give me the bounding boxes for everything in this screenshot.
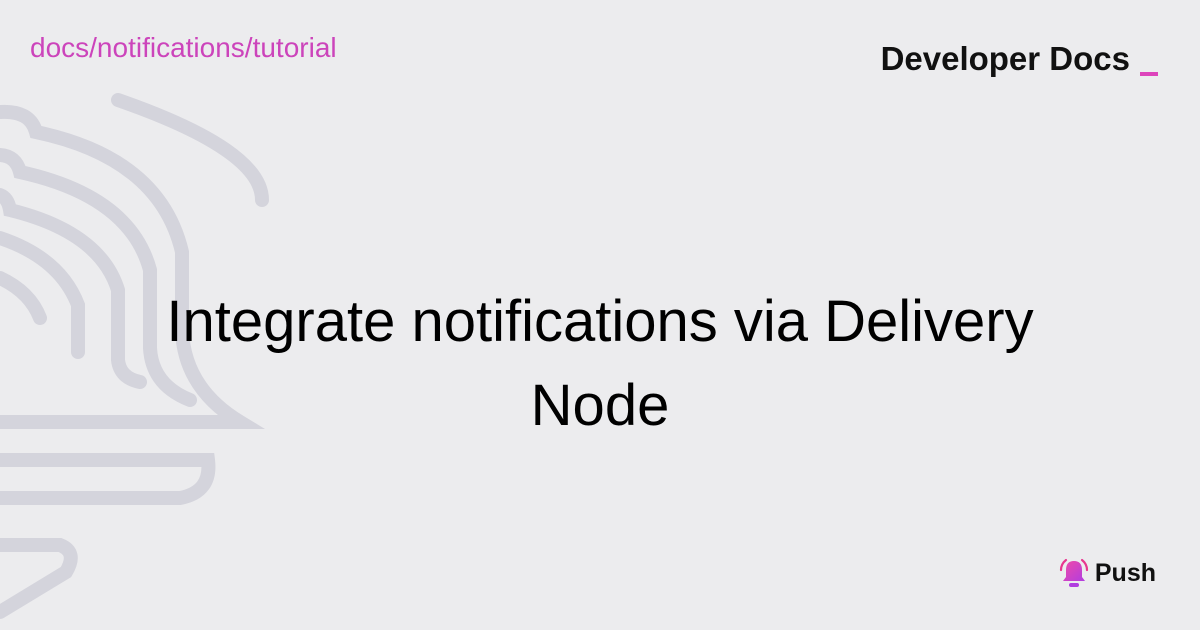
brand: Developer Docs [881,40,1158,78]
push-logo: Push [1057,556,1156,590]
logo-name: Push [1094,559,1156,587]
title-container: Integrate notifications via Delivery Nod… [100,280,1100,448]
page-title: Integrate notifications via Delivery Nod… [166,289,1034,438]
push-bell-icon [1059,558,1088,587]
breadcrumb[interactable]: docs/notifications/tutorial [30,30,337,66]
brand-label: Developer Docs [880,40,1130,77]
cursor-underscore-icon [1140,72,1158,76]
